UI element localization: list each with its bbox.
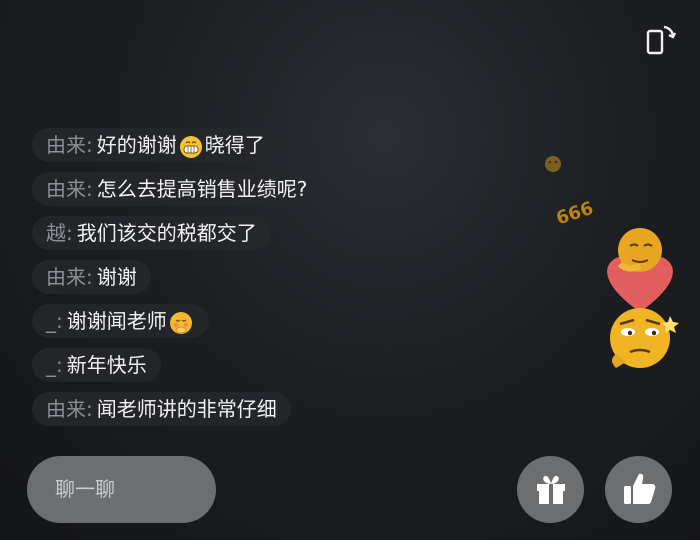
- chat-text: 怎么去提高销售业绩呢?: [96, 177, 308, 201]
- chat-colon: :: [86, 397, 93, 421]
- chat-username: 由来: [46, 397, 86, 421]
- chat-message: _: 谢谢闻老师: [32, 304, 209, 338]
- chat-message: _: 新年快乐: [32, 348, 161, 382]
- floating-666-text: 666: [554, 198, 596, 230]
- chat-message: 由来: 闻老师讲的非常仔细: [32, 392, 291, 426]
- gift-icon: [537, 475, 565, 504]
- thumbs-up-icon: [624, 473, 656, 504]
- like-button[interactable]: [605, 456, 672, 523]
- chat-username: _: [46, 353, 56, 377]
- rotate-screen-icon: [646, 25, 677, 55]
- cool-emoji-icon: [610, 308, 679, 368]
- chat-colon: :: [86, 265, 93, 289]
- chat-input[interactable]: 聊一聊: [27, 456, 216, 523]
- chat-username: 由来: [46, 265, 86, 289]
- chat-text: 新年快乐: [66, 353, 147, 377]
- grin-emoji-icon: [179, 135, 202, 158]
- chat-message: 由来: 谢谢: [32, 260, 151, 294]
- chat-colon: :: [56, 353, 63, 377]
- chat-colon: :: [86, 177, 93, 201]
- gift-button[interactable]: [517, 456, 584, 523]
- thinking-emoji-icon: [617, 228, 662, 272]
- chat-message: 越: 我们该交的税都交了: [32, 216, 271, 250]
- chat-message: 由来: 好的谢谢 晓得了: [32, 128, 279, 162]
- chat-username: 越: [46, 221, 66, 245]
- chat-list: 由来: 好的谢谢 晓得了 由来: 怎么去提高销售业绩呢? 越: 我们该交的税都交了 由来…: [32, 128, 502, 436]
- chat-text: 我们该交的税都交了: [76, 221, 257, 245]
- chat-text: 好的谢谢: [96, 133, 177, 157]
- chat-username: 由来: [46, 177, 86, 201]
- chat-text-after: 晓得了: [204, 133, 265, 157]
- chat-colon: :: [86, 133, 93, 157]
- chat-colon: :: [56, 309, 63, 333]
- small-emoji-icon: [545, 156, 561, 172]
- shy-emoji-icon: [169, 311, 192, 334]
- chat-input-placeholder: 聊一聊: [55, 477, 115, 501]
- rotate-screen-button[interactable]: [640, 22, 680, 58]
- chat-username: 由来: [46, 133, 86, 157]
- chat-text: 闻老师讲的非常仔细: [96, 397, 277, 421]
- chat-username: _: [46, 309, 56, 333]
- chat-text: 谢谢: [96, 265, 137, 289]
- chat-text: 谢谢闻老师: [66, 309, 167, 333]
- chat-message: 由来: 怎么去提高销售业绩呢?: [32, 172, 322, 206]
- chat-colon: :: [66, 221, 73, 245]
- floating-reactions: 666: [520, 140, 700, 400]
